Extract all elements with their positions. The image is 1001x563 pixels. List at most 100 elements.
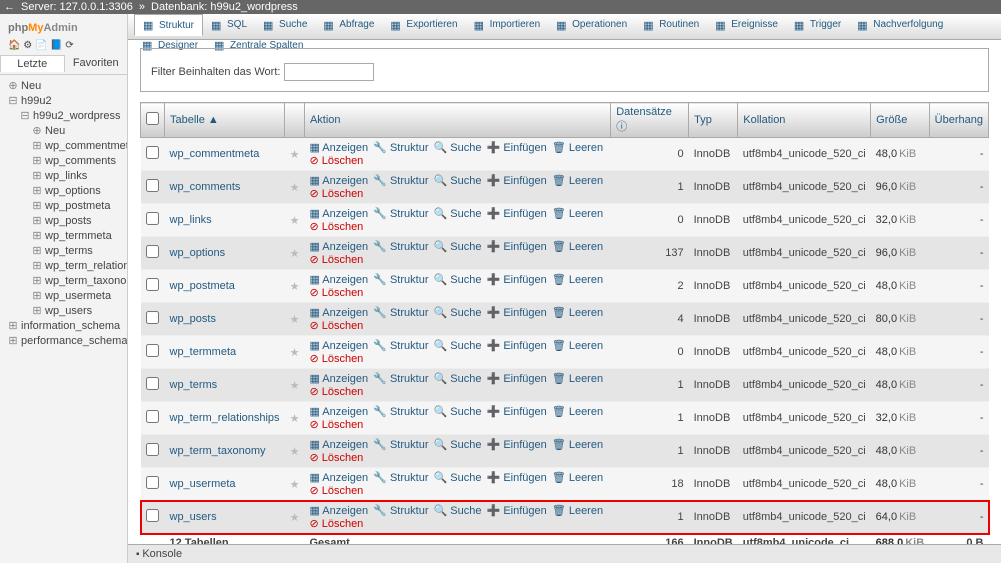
structure-action[interactable]: 🔧 Struktur (373, 472, 428, 484)
star-icon[interactable]: ★ (290, 182, 300, 194)
tab-exportieren[interactable]: ▦Exportieren (382, 15, 465, 35)
row-checkbox[interactable] (146, 311, 159, 324)
structure-action[interactable]: 🔧 Struktur (373, 175, 428, 187)
browse-action[interactable]: ▦ Anzeigen (309, 406, 368, 418)
row-checkbox[interactable] (146, 146, 159, 159)
table-name-link[interactable]: wp_links (165, 204, 285, 237)
tree-item-wp_commentmeta[interactable]: ⊞ wp_commentmeta (2, 139, 125, 154)
table-name-link[interactable]: wp_termmeta (165, 336, 285, 369)
server-crumb[interactable]: Server: 127.0.0.1:3306 (21, 1, 133, 13)
row-checkbox[interactable] (146, 410, 159, 423)
row-checkbox[interactable] (146, 377, 159, 390)
star-icon[interactable]: ★ (290, 248, 300, 260)
drop-action[interactable]: ⊘ Löschen (309, 254, 363, 266)
star-icon[interactable]: ★ (290, 446, 300, 458)
tree-item-wp_comments[interactable]: ⊞ wp_comments (2, 154, 125, 169)
star-icon[interactable]: ★ (290, 215, 300, 227)
tree-perf[interactable]: ⊞ performance_schema (2, 334, 125, 349)
table-name-link[interactable]: wp_term_relationships (165, 402, 285, 435)
tree-info[interactable]: ⊞ information_schema (2, 319, 125, 334)
tab-struktur[interactable]: ▦Struktur (134, 14, 203, 36)
drop-action[interactable]: ⊘ Löschen (309, 419, 363, 431)
tab-sql[interactable]: ▦SQL (203, 15, 255, 35)
tab-ereignisse[interactable]: ▦Ereignisse (707, 15, 786, 35)
insert-action[interactable]: ➕ Einfügen (487, 340, 547, 352)
star-icon[interactable]: ★ (290, 149, 300, 161)
browse-action[interactable]: ▦ Anzeigen (309, 505, 368, 517)
drop-action[interactable]: ⊘ Löschen (309, 353, 363, 365)
structure-action[interactable]: 🔧 Struktur (373, 340, 428, 352)
tree-item-wp_terms[interactable]: ⊞ wp_terms (2, 244, 125, 259)
tab-routinen[interactable]: ▦Routinen (635, 15, 707, 35)
search-action[interactable]: 🔍 Suche (434, 307, 482, 319)
drop-action[interactable]: ⊘ Löschen (309, 518, 363, 530)
search-action[interactable]: 🔍 Suche (434, 208, 482, 220)
browse-action[interactable]: ▦ Anzeigen (309, 241, 368, 253)
search-action[interactable]: 🔍 Suche (434, 373, 482, 385)
row-checkbox[interactable] (146, 344, 159, 357)
star-icon[interactable]: ★ (290, 314, 300, 326)
checkall-header[interactable] (146, 112, 159, 125)
structure-action[interactable]: 🔧 Struktur (373, 307, 428, 319)
star-icon[interactable]: ★ (290, 281, 300, 293)
empty-action[interactable]: 🗑 Leeren (552, 208, 603, 220)
search-action[interactable]: 🔍 Suche (434, 274, 482, 286)
structure-action[interactable]: 🔧 Struktur (373, 505, 428, 517)
tab-trigger[interactable]: ▦Trigger (786, 15, 849, 35)
db-crumb[interactable]: Datenbank: h99u2_wordpress (151, 1, 298, 13)
col-size[interactable]: Größe (871, 103, 929, 138)
empty-action[interactable]: 🗑 Leeren (552, 340, 603, 352)
tree-new[interactable]: ⊕ Neu (2, 79, 125, 94)
star-icon[interactable]: ★ (290, 479, 300, 491)
console-bar[interactable]: ▪ Konsole (128, 544, 1001, 563)
tab-importieren[interactable]: ▦Importieren (466, 15, 549, 35)
browse-action[interactable]: ▦ Anzeigen (309, 274, 368, 286)
empty-action[interactable]: 🗑 Leeren (552, 505, 603, 517)
insert-action[interactable]: ➕ Einfügen (487, 175, 547, 187)
row-checkbox[interactable] (146, 278, 159, 291)
empty-action[interactable]: 🗑 Leeren (552, 307, 603, 319)
table-name-link[interactable]: wp_usermeta (165, 468, 285, 501)
col-overhead[interactable]: Überhang (929, 103, 988, 138)
tree-db[interactable]: ⊟ h99u2 (2, 94, 125, 109)
drop-action[interactable]: ⊘ Löschen (309, 485, 363, 497)
star-icon[interactable]: ★ (290, 347, 300, 359)
empty-action[interactable]: 🗑 Leeren (552, 241, 603, 253)
search-action[interactable]: 🔍 Suche (434, 439, 482, 451)
star-icon[interactable]: ★ (290, 512, 300, 524)
browse-action[interactable]: ▦ Anzeigen (309, 340, 368, 352)
row-checkbox[interactable] (146, 212, 159, 225)
tree-item-wp_links[interactable]: ⊞ wp_links (2, 169, 125, 184)
search-action[interactable]: 🔍 Suche (434, 142, 482, 154)
star-icon[interactable]: ★ (290, 380, 300, 392)
table-name-link[interactable]: wp_users (165, 501, 285, 534)
tab-nachverfolgung[interactable]: ▦Nachverfolgung (849, 15, 951, 35)
table-name-link[interactable]: wp_postmeta (165, 270, 285, 303)
row-checkbox[interactable] (146, 245, 159, 258)
structure-action[interactable]: 🔧 Struktur (373, 142, 428, 154)
tree-item-wp_users[interactable]: ⊞ wp_users (2, 304, 125, 319)
col-type[interactable]: Typ (689, 103, 738, 138)
insert-action[interactable]: ➕ Einfügen (487, 142, 547, 154)
insert-action[interactable]: ➕ Einfügen (487, 307, 547, 319)
empty-action[interactable]: 🗑 Leeren (552, 142, 603, 154)
row-checkbox[interactable] (146, 179, 159, 192)
tab-abfrage[interactable]: ▦Abfrage (315, 15, 382, 35)
empty-action[interactable]: 🗑 Leeren (552, 373, 603, 385)
drop-action[interactable]: ⊘ Löschen (309, 188, 363, 200)
empty-action[interactable]: 🗑 Leeren (552, 274, 603, 286)
insert-action[interactable]: ➕ Einfügen (487, 505, 547, 517)
tree-item-wp_term_taxonomy[interactable]: ⊞ wp_term_taxonomy (2, 274, 125, 289)
table-name-link[interactable]: wp_comments (165, 171, 285, 204)
search-action[interactable]: 🔍 Suche (434, 505, 482, 517)
tree-dbwp[interactable]: ⊟ h99u2_wordpress (2, 109, 125, 124)
browse-action[interactable]: ▦ Anzeigen (309, 208, 368, 220)
logo[interactable]: phpMyAdmin (0, 14, 127, 40)
insert-action[interactable]: ➕ Einfügen (487, 241, 547, 253)
search-action[interactable]: 🔍 Suche (434, 406, 482, 418)
search-action[interactable]: 🔍 Suche (434, 241, 482, 253)
structure-action[interactable]: 🔧 Struktur (373, 241, 428, 253)
empty-action[interactable]: 🗑 Leeren (552, 175, 603, 187)
structure-action[interactable]: 🔧 Struktur (373, 274, 428, 286)
table-name-link[interactable]: wp_commentmeta (165, 138, 285, 171)
